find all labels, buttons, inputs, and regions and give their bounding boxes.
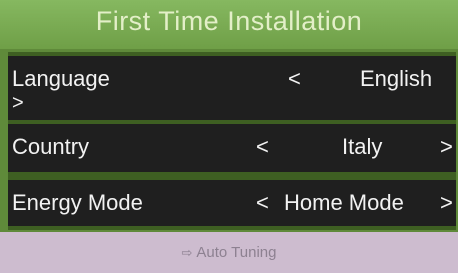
country-next-arrow[interactable]: >	[440, 134, 453, 160]
country-prev-arrow[interactable]: <	[256, 134, 269, 160]
energy-mode-label: Energy Mode	[12, 190, 143, 215]
country-value: Italy	[342, 134, 383, 159]
setting-row-country[interactable]: Country < Italy >	[8, 124, 456, 172]
language-label: Language	[12, 66, 110, 91]
language-value: English	[360, 66, 433, 91]
setting-row-energy-mode[interactable]: Energy Mode < Home Mode >	[8, 180, 456, 226]
language-prev-arrow[interactable]: <	[288, 66, 301, 92]
header: First Time Installation	[0, 0, 458, 49]
pointer-arrow-icon: ⇨	[181, 245, 193, 260]
auto-tuning-label: Auto Tuning	[196, 244, 277, 261]
energy-mode-next-arrow[interactable]: >	[440, 190, 453, 216]
auto-tuning-button[interactable]: ⇨ Auto Tuning	[0, 232, 458, 273]
energy-mode-value: Home Mode	[284, 190, 404, 215]
energy-mode-prev-arrow[interactable]: <	[256, 190, 269, 216]
language-next-arrow[interactable]: >	[12, 92, 24, 115]
country-label: Country	[12, 134, 90, 159]
setting-row-language[interactable]: Language < English >	[8, 56, 456, 120]
page-title: First Time Installation	[95, 6, 363, 36]
